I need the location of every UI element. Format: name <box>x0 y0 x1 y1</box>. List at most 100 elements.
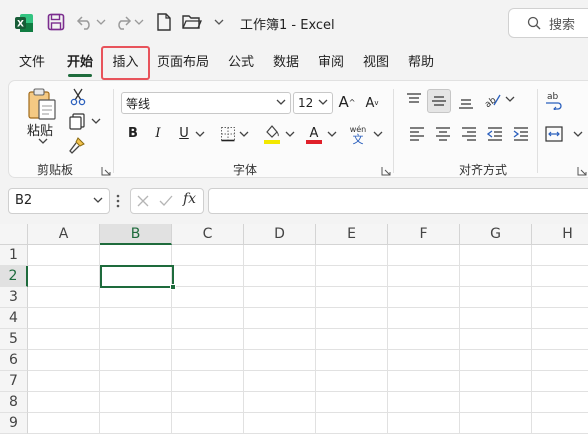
insert-function-icon[interactable]: fx <box>183 191 196 207</box>
borders-dropdown-icon[interactable] <box>239 130 249 138</box>
ribbon: 粘贴 剪贴板 等线 12 A ^ Av B I U A wén 文 字体 ab … <box>0 80 588 180</box>
font-color-dropdown-icon[interactable] <box>327 130 337 138</box>
cancel-icon[interactable] <box>137 195 149 207</box>
alignment-launcher-icon[interactable] <box>577 165 587 176</box>
tab-file[interactable]: 文件 <box>14 53 50 79</box>
gridline-vertical <box>531 245 532 434</box>
group-divider <box>393 89 394 173</box>
gridline-vertical <box>315 245 316 434</box>
row-header-1[interactable]: 1 <box>0 245 28 266</box>
column-header-d[interactable]: D <box>244 224 316 245</box>
align-left-icon[interactable] <box>407 125 427 143</box>
redo-dropdown-icon[interactable] <box>134 16 144 28</box>
active-cell[interactable] <box>100 265 174 288</box>
bottom-align-icon[interactable] <box>455 91 477 113</box>
tab-home[interactable]: 开始 <box>62 53 98 79</box>
svg-text:X: X <box>17 20 24 30</box>
clipboard-launcher-icon[interactable] <box>101 165 111 176</box>
tab-formulas[interactable]: 公式 <box>222 53 260 79</box>
undo-dropdown-icon[interactable] <box>96 16 106 28</box>
svg-text:ab: ab <box>547 92 559 102</box>
column-header-b[interactable]: B <box>100 224 172 245</box>
font-size-select[interactable]: 12 <box>293 92 333 114</box>
column-header-a[interactable]: A <box>28 224 100 245</box>
formula-input[interactable] <box>208 188 588 214</box>
decrease-font-size-icon[interactable]: Av <box>363 93 381 113</box>
decrease-indent-icon[interactable] <box>485 125 505 143</box>
new-file-icon[interactable] <box>156 13 172 31</box>
svg-text:A: A <box>310 126 319 141</box>
paste-dropdown-icon[interactable] <box>37 137 49 145</box>
undo-icon[interactable] <box>76 13 94 31</box>
name-box[interactable]: B2 <box>8 188 110 214</box>
column-header-c[interactable]: C <box>172 224 244 245</box>
copy-dropdown-icon[interactable] <box>91 117 101 125</box>
tab-insert[interactable]: 插入 <box>101 46 150 80</box>
italic-button[interactable]: I <box>151 123 165 143</box>
top-align-icon[interactable] <box>403 89 425 111</box>
column-header-e[interactable]: E <box>316 224 388 245</box>
underline-button[interactable]: U <box>177 123 191 143</box>
window-title: 工作簿1 - Excel <box>240 18 335 33</box>
row-header-9[interactable]: 9 <box>0 413 28 434</box>
search-icon <box>527 16 541 30</box>
worksheet-grid[interactable]: ABCDEFGH 123456789 <box>0 224 588 434</box>
phonetic-guide-icon[interactable]: wén 文 <box>347 123 369 147</box>
gridline-vertical <box>387 245 388 434</box>
increase-indent-icon[interactable] <box>511 125 531 143</box>
increase-font-size-icon[interactable]: A ^ <box>337 91 357 113</box>
bold-button[interactable]: B <box>125 123 141 143</box>
save-icon[interactable] <box>47 13 65 31</box>
phonetic-dropdown-icon[interactable] <box>373 130 383 138</box>
tab-page-layout[interactable]: 页面布局 <box>154 53 212 79</box>
underline-dropdown-icon[interactable] <box>195 130 205 138</box>
redo-icon[interactable] <box>114 13 132 31</box>
row-header-7[interactable]: 7 <box>0 371 28 392</box>
align-center-icon[interactable] <box>433 125 453 143</box>
customize-toolbar-icon[interactable] <box>212 16 226 28</box>
row-header-3[interactable]: 3 <box>0 287 28 308</box>
font-color-icon[interactable]: A <box>305 123 323 145</box>
group-divider <box>537 89 538 173</box>
font-name-select[interactable]: 等线 <box>121 92 291 114</box>
gridline-horizontal <box>28 412 588 413</box>
tab-view[interactable]: 视图 <box>357 53 395 79</box>
row-header-8[interactable]: 8 <box>0 392 28 413</box>
cut-icon[interactable] <box>69 87 87 107</box>
wrap-text-icon[interactable]: ab <box>543 89 565 111</box>
row-header-6[interactable]: 6 <box>0 350 28 371</box>
column-header-h[interactable]: H <box>532 224 588 245</box>
search-box[interactable]: 搜索 <box>508 8 588 38</box>
tab-review[interactable]: 审阅 <box>312 53 350 79</box>
tab-data[interactable]: 数据 <box>267 53 305 79</box>
font-name-value: 等线 <box>126 96 151 111</box>
merge-dropdown-icon[interactable] <box>573 130 583 138</box>
orientation-icon[interactable]: ab <box>481 89 503 111</box>
copy-icon[interactable] <box>67 111 87 131</box>
enter-icon[interactable] <box>159 195 173 207</box>
gridline-horizontal <box>28 328 588 329</box>
format-painter-icon[interactable] <box>67 135 87 155</box>
column-header-f[interactable]: F <box>388 224 460 245</box>
fill-handle[interactable] <box>170 284 176 290</box>
select-all-corner[interactable] <box>0 224 28 245</box>
orientation-dropdown-icon[interactable] <box>505 95 515 103</box>
fill-color-dropdown-icon[interactable] <box>285 130 295 138</box>
row-header-5[interactable]: 5 <box>0 329 28 350</box>
middle-align-icon[interactable] <box>427 89 451 113</box>
column-header-g[interactable]: G <box>460 224 532 245</box>
gridline-vertical <box>243 245 244 434</box>
font-launcher-icon[interactable] <box>381 165 391 176</box>
open-folder-icon[interactable] <box>182 13 202 31</box>
borders-icon[interactable] <box>219 125 237 143</box>
align-right-icon[interactable] <box>459 125 479 143</box>
paste-icon[interactable] <box>25 87 59 121</box>
row-header-2[interactable]: 2 <box>0 266 28 287</box>
fill-color-icon[interactable] <box>263 123 281 145</box>
more-options-icon[interactable] <box>116 194 120 212</box>
tab-help[interactable]: 帮助 <box>402 53 440 79</box>
formula-bar: B2 fx <box>0 180 588 224</box>
merge-center-icon[interactable] <box>543 123 565 145</box>
gridline-horizontal <box>28 307 588 308</box>
row-header-4[interactable]: 4 <box>0 308 28 329</box>
